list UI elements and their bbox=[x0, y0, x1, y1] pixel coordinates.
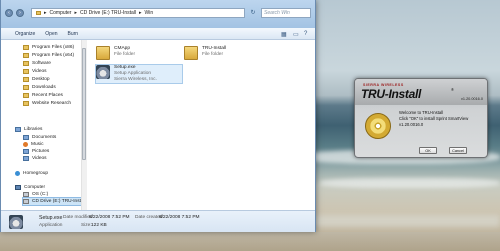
nav-item-pictures[interactable]: Pictures bbox=[23, 148, 49, 155]
folder-icon bbox=[184, 46, 198, 60]
search-input[interactable]: Search Win bbox=[261, 8, 311, 18]
library-icon bbox=[15, 127, 21, 132]
dialog-message: Welcome to TRU-Install Click "OK" to ins… bbox=[399, 110, 483, 128]
nav-item-website-research[interactable]: Website Research bbox=[23, 100, 71, 107]
folder-icon bbox=[23, 77, 29, 82]
nav-item-os-drive[interactable]: OS (C:) bbox=[23, 191, 48, 198]
breadcrumb-win[interactable]: Win bbox=[145, 10, 154, 16]
nav-scrollbar-thumb[interactable] bbox=[82, 48, 86, 160]
computer-icon bbox=[15, 185, 21, 190]
folder-icon bbox=[23, 93, 29, 98]
nav-item-software[interactable]: Software bbox=[23, 60, 51, 67]
navigation-pane: Program Files (x86) Program Files (x64) … bbox=[1, 40, 87, 210]
version-label: v1.20.0016.0 bbox=[461, 97, 483, 101]
breadcrumb-cd-drive[interactable]: CD Drive (E:) TRU-Install bbox=[80, 10, 136, 16]
breadcrumb-computer[interactable]: Computer bbox=[50, 10, 72, 16]
address-bar[interactable]: ▸ Computer ▸ CD Drive (E:) TRU-Install ▸… bbox=[31, 8, 245, 18]
folder-icon bbox=[23, 69, 29, 74]
cd-drive-icon bbox=[23, 199, 29, 204]
product-logo: TRU-Install bbox=[361, 87, 422, 101]
folder-icon bbox=[36, 11, 41, 15]
nav-item-music[interactable]: Music bbox=[23, 141, 44, 148]
folder-icon bbox=[23, 45, 29, 50]
breadcrumb-separator: ▸ bbox=[74, 10, 77, 16]
explorer-window: ‹ › ▸ Computer ▸ CD Drive (E:) TRU-Insta… bbox=[0, 0, 316, 232]
tru-install-dialog: SIERRA WIRELESS TRU-Install ® v1.20.0016… bbox=[354, 78, 488, 158]
music-icon bbox=[23, 142, 28, 147]
file-item-cmapp[interactable]: CMApp File folder bbox=[96, 46, 176, 64]
file-item-setup-exe[interactable]: Setup.exe Setup Application Sierra Wirel… bbox=[95, 64, 183, 84]
folder-icon bbox=[23, 101, 29, 106]
details-file-kind: Application bbox=[39, 223, 63, 228]
nav-item-videos-lib[interactable]: Videos bbox=[23, 155, 47, 162]
folder-icon bbox=[23, 53, 29, 58]
forward-arrow-icon[interactable]: › bbox=[16, 9, 24, 17]
back-arrow-icon[interactable]: ‹ bbox=[5, 9, 13, 17]
nav-item-program-files-x86[interactable]: Program Files (x86) bbox=[23, 44, 74, 51]
breadcrumb-separator: ▸ bbox=[139, 10, 142, 16]
open-button[interactable]: Open bbox=[45, 31, 57, 37]
message-line: v1.20.0016.0 bbox=[399, 122, 424, 127]
nav-item-cd-drive[interactable]: CD Drive (E:) TRU-Install bbox=[22, 197, 87, 206]
details-created-value: 8/22/2008 7:52 PM bbox=[159, 215, 200, 220]
wave-decoration bbox=[320, 178, 500, 188]
nav-item-libraries[interactable]: Libraries bbox=[15, 126, 42, 133]
cancel-button[interactable]: Cancel bbox=[449, 147, 467, 154]
refresh-icon[interactable]: ↻ bbox=[249, 9, 257, 17]
taskbar bbox=[0, 232, 500, 251]
command-toolbar: Organize Open Burn bbox=[1, 28, 315, 40]
dialog-banner: SIERRA WIRELESS TRU-Install ® v1.20.0016… bbox=[355, 79, 487, 105]
nav-item-downloads[interactable]: Downloads bbox=[23, 84, 56, 91]
file-type: File folder bbox=[114, 52, 136, 57]
library-icon bbox=[23, 156, 29, 161]
explorer-titlebar: ‹ › ▸ Computer ▸ CD Drive (E:) TRU-Insta… bbox=[1, 0, 315, 28]
organize-button[interactable]: Organize bbox=[15, 31, 35, 37]
view-options-icon[interactable]: ▦ bbox=[281, 31, 287, 38]
folder-icon bbox=[96, 46, 110, 60]
drive-icon bbox=[23, 192, 29, 197]
burn-button[interactable]: Burn bbox=[68, 31, 79, 37]
library-icon bbox=[23, 149, 29, 154]
setup-application-icon bbox=[96, 65, 110, 79]
folder-icon bbox=[23, 61, 29, 66]
file-item-tru-install[interactable]: TRU-Install File folder bbox=[184, 46, 264, 64]
details-file-name: Setup.exe bbox=[39, 215, 63, 221]
file-publisher: Sierra Wireless, Inc. bbox=[114, 77, 157, 82]
breadcrumb-separator: ▸ bbox=[44, 10, 47, 16]
details-modified-value: 8/22/2008 7:52 PM bbox=[89, 215, 130, 220]
setup-application-icon bbox=[9, 215, 23, 229]
nav-item-videos-fav[interactable]: Videos bbox=[23, 68, 47, 75]
ok-button[interactable]: OK bbox=[419, 147, 437, 154]
details-pane: Setup.exe Application Date modified: 8/2… bbox=[1, 210, 315, 232]
nav-item-documents[interactable]: Documents bbox=[23, 134, 56, 141]
help-icon[interactable]: ? bbox=[304, 31, 307, 37]
file-list: CMApp File folder TRU-Install File folde… bbox=[88, 40, 315, 210]
file-type: File folder bbox=[202, 52, 224, 57]
folder-icon bbox=[23, 85, 29, 90]
nav-item-desktop[interactable]: Desktop bbox=[23, 76, 50, 83]
nav-item-recent-places[interactable]: Recent Places bbox=[23, 92, 63, 99]
nav-item-computer[interactable]: Computer bbox=[15, 184, 45, 191]
cd-disc-icon bbox=[365, 113, 391, 139]
homegroup-icon bbox=[15, 171, 20, 176]
registered-mark: ® bbox=[451, 87, 454, 92]
library-icon bbox=[23, 135, 29, 140]
nav-item-program-files-x64[interactable]: Program Files (x64) bbox=[23, 52, 74, 59]
details-size-value: 122 KB bbox=[91, 223, 107, 228]
nav-item-homegroup[interactable]: Homegroup bbox=[15, 170, 48, 177]
preview-pane-icon[interactable]: ▭ bbox=[293, 31, 299, 38]
